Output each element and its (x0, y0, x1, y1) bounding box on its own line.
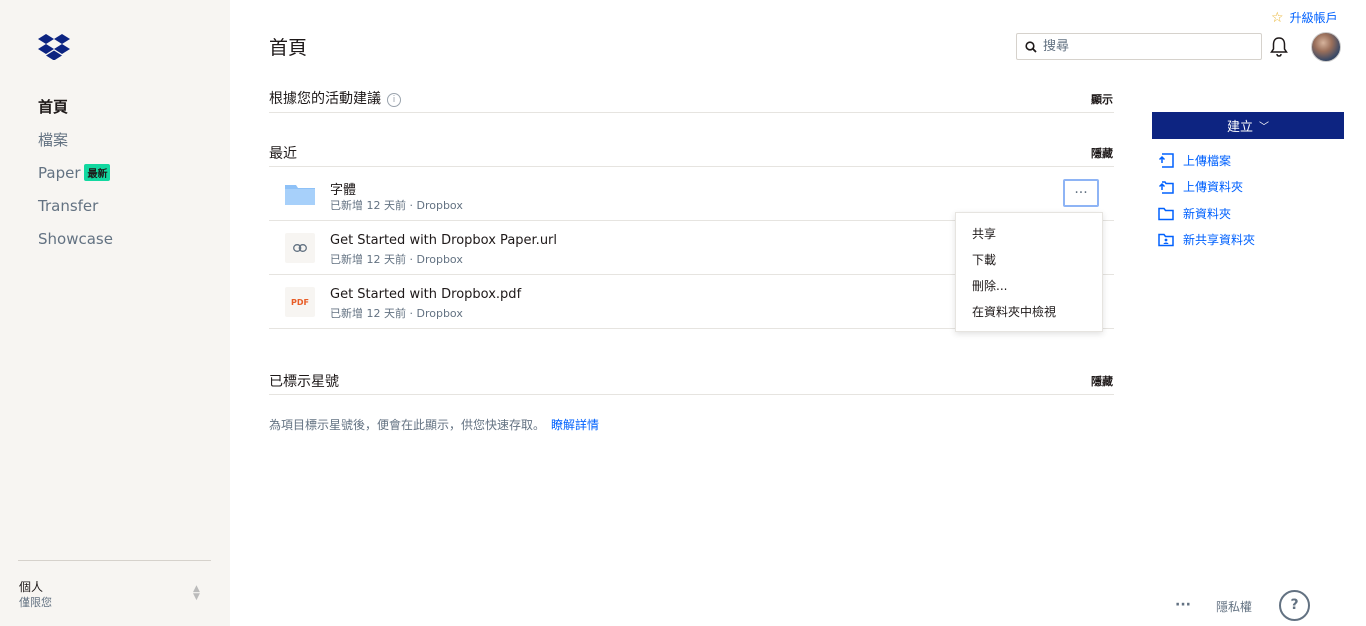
learn-more-link[interactable]: 瞭解詳情 (551, 418, 599, 432)
hide-recent-button[interactable]: 隱藏 (1091, 145, 1113, 161)
item-meta: 已新增 12 天前 · Dropbox (330, 199, 463, 212)
action-label: 上傳檔案 (1183, 153, 1232, 168)
new-shared-folder-button[interactable]: 新共享資料夾 (1158, 227, 1255, 254)
suggestions-title-text: 根據您的活動建議 (269, 91, 381, 107)
menu-item-view-in-folder[interactable]: 在資料夾中檢視 (956, 299, 1102, 325)
menu-item-delete[interactable]: 刪除... (956, 273, 1102, 299)
new-badge: 最新 (84, 164, 111, 181)
recent-section-header: 最近 隱藏 (269, 140, 1114, 167)
item-meta: 已新增 12 天前 · Dropbox (330, 253, 463, 266)
privacy-link[interactable]: 隱私權 (1216, 598, 1252, 615)
action-label: 新共享資料夾 (1183, 233, 1256, 248)
sidebar-item-label: Showcase (38, 229, 113, 248)
starred-title: 已標示星號 (269, 374, 339, 390)
suggestions-section: 根據您的活動建議 i 顯示 (269, 86, 1114, 113)
account-switcher[interactable]: 個人 僅限您 (19, 580, 52, 610)
upload-folder-button[interactable]: 上傳資料夾 (1158, 174, 1255, 201)
sidebar-item-label: Transfer (38, 196, 99, 215)
starred-empty-text: 為項目標示星號後，便會在此顯示，供您快速存取。 (269, 418, 546, 432)
info-icon[interactable]: i (387, 93, 401, 107)
sidebar-nav: 首頁 檔案 Paper 最新 Transfer Showcase (38, 90, 113, 255)
pdf-icon: PDF (285, 287, 315, 317)
shared-folder-icon (1158, 234, 1174, 247)
more-options-icon: ··· (1074, 185, 1088, 201)
action-label: 上傳資料夾 (1183, 180, 1244, 195)
bell-icon[interactable] (1269, 36, 1289, 58)
suggestions-title: 根據您的活動建議 i (269, 88, 401, 108)
dropbox-logo-icon[interactable] (38, 34, 70, 60)
upload-folder-icon (1158, 181, 1174, 194)
page-title: 首頁 (269, 37, 308, 59)
help-button[interactable]: ? (1279, 590, 1310, 621)
item-name: Get Started with Dropbox Paper.url (330, 233, 558, 248)
upgrade-label: 升級帳戶 (1289, 11, 1338, 25)
new-folder-button[interactable]: 新資料夾 (1158, 200, 1255, 227)
sidebar-item-showcase[interactable]: Showcase (38, 222, 113, 255)
sidebar-item-label: 首頁 (38, 98, 69, 116)
new-folder-icon (1158, 207, 1174, 220)
item-meta: 已新增 12 天前 · Dropbox (330, 307, 463, 320)
link-icon (285, 233, 315, 263)
context-menu: 共享 下載 刪除... 在資料夾中檢視 (955, 212, 1103, 332)
more-options-button[interactable]: ··· (1063, 179, 1099, 207)
sidebar: 首頁 檔案 Paper 最新 Transfer Showcase 個人 僅限您 ▲… (0, 0, 230, 626)
starred-empty-message: 為項目標示星號後，便會在此顯示，供您快速存取。 瞭解詳情 (269, 416, 599, 433)
create-button[interactable]: 建立 ﹀ (1152, 112, 1344, 139)
sidebar-item-label: Paper (38, 163, 81, 182)
upload-file-button[interactable]: 上傳檔案 (1158, 147, 1255, 174)
upload-file-icon (1158, 153, 1174, 168)
menu-item-share[interactable]: 共享 (956, 221, 1102, 247)
item-name: Get Started with Dropbox.pdf (330, 287, 522, 302)
create-label: 建立 (1226, 120, 1253, 135)
search-icon (1025, 40, 1037, 53)
recent-title: 最近 (269, 146, 297, 162)
starred-section-header: 已標示星號 隱藏 (269, 368, 1114, 395)
action-label: 新資料夾 (1183, 206, 1232, 221)
menu-item-download[interactable]: 下載 (956, 247, 1102, 273)
search-box[interactable] (1016, 33, 1262, 60)
chevron-updown-icon[interactable]: ▲ ▼ (193, 585, 200, 602)
sidebar-item-label: 檔案 (38, 131, 69, 149)
search-input[interactable] (1043, 39, 1243, 54)
sidebar-item-home[interactable]: 首頁 (38, 90, 113, 123)
pdf-thumb-label: PDF (291, 297, 309, 307)
account-name: 個人 (19, 580, 44, 594)
upgrade-link[interactable]: ☆ 升級帳戶 (1271, 9, 1338, 26)
account-subtitle: 僅限您 (19, 596, 52, 609)
sidebar-item-paper[interactable]: Paper 最新 (38, 156, 113, 189)
chevron-down-icon: ﹀ (1259, 122, 1269, 133)
star-icon: ☆ (1271, 9, 1284, 26)
avatar[interactable] (1311, 32, 1341, 62)
folder-icon (285, 185, 315, 205)
quick-actions: 上傳檔案 上傳資料夾 新資料夾 新共享資料夾 (1158, 147, 1255, 253)
sidebar-item-transfer[interactable]: Transfer (38, 189, 113, 222)
sidebar-item-files[interactable]: 檔案 (38, 123, 113, 156)
item-name: 字體 (330, 183, 357, 198)
show-suggestions-button[interactable]: 顯示 (1091, 91, 1113, 107)
hide-starred-button[interactable]: 隱藏 (1091, 373, 1113, 389)
sidebar-divider (18, 560, 211, 561)
footer-more-button[interactable]: ··· (1175, 597, 1191, 613)
